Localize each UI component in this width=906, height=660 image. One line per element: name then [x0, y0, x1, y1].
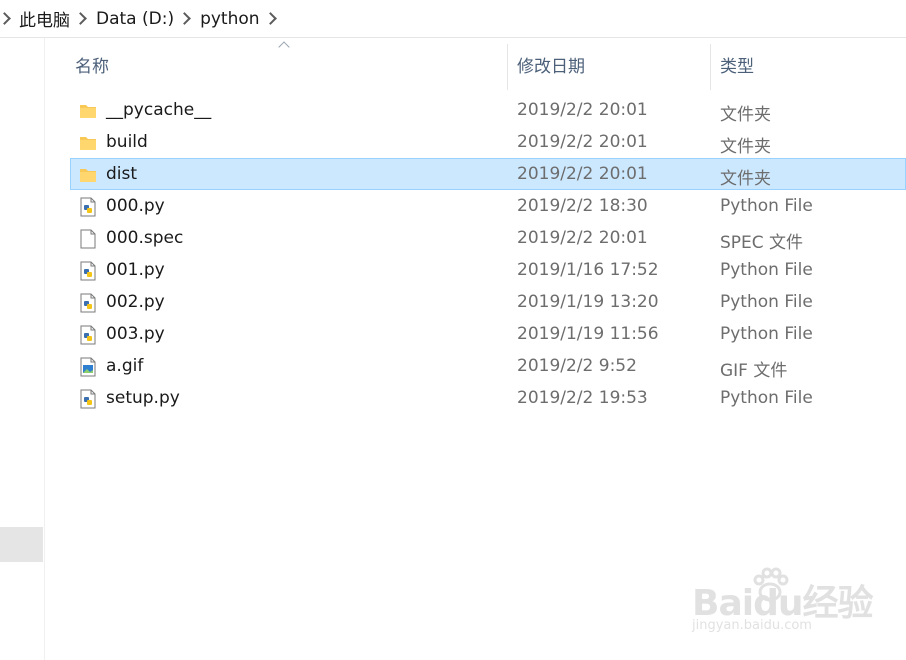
file-type: Python File: [720, 324, 813, 344]
chevron-right-icon[interactable]: [178, 12, 191, 25]
file-row[interactable]: 003.py 2019/1/19 11:56 Python File: [70, 318, 906, 350]
file-type: Python File: [720, 292, 813, 312]
python-file-icon: [79, 389, 97, 409]
folder-icon: [79, 165, 97, 185]
folder-icon: [79, 133, 97, 153]
chevron-right-icon[interactable]: [0, 12, 11, 25]
column-header-bar: 名称 修改日期 类型: [45, 38, 906, 90]
file-row[interactable]: build 2019/2/2 20:01 文件夹: [70, 126, 906, 158]
file-modified-date: 2019/2/2 18:30: [517, 196, 648, 216]
file-name: 000.spec: [106, 228, 184, 248]
file-list: __pycache__ 2019/2/2 20:01 文件夹 build 2019/2/…: [70, 94, 906, 414]
file-row[interactable]: 000.py 2019/2/2 18:30 Python File: [70, 190, 906, 222]
address-bar[interactable]: 此电脑 Data (D:) python: [0, 0, 906, 38]
watermark-url: jingyan.baidu.com: [692, 618, 812, 633]
baidu-paw-logo: [753, 567, 789, 602]
file-type: Python File: [720, 388, 813, 408]
breadcrumb-this-pc[interactable]: 此电脑: [19, 6, 70, 31]
column-header-name[interactable]: 名称: [75, 52, 109, 77]
file-type: SPEC 文件: [720, 233, 804, 253]
file-modified-date: 2019/2/2 19:53: [517, 388, 648, 408]
file-name: 001.py: [106, 260, 165, 280]
file-type: GIF 文件: [720, 361, 788, 381]
file-name: 003.py: [106, 324, 165, 344]
file-modified-date: 2019/2/2 20:01: [517, 228, 648, 248]
file-row[interactable]: dist 2019/2/2 20:01 文件夹: [70, 158, 906, 190]
folder-icon: [79, 101, 97, 121]
column-header-date[interactable]: 修改日期: [517, 52, 585, 77]
python-file-icon: [79, 325, 97, 345]
file-type: 文件夹: [720, 105, 771, 125]
column-divider[interactable]: [710, 44, 711, 90]
file-modified-date: 2019/1/19 11:56: [517, 324, 659, 344]
file-type: 文件夹: [720, 169, 771, 189]
file-type: Python File: [720, 260, 813, 280]
sort-ascending-icon: [278, 41, 290, 53]
file-type: 文件夹: [720, 137, 771, 157]
blank-file-icon: [79, 229, 97, 249]
nav-scrollbar-thumb[interactable]: [0, 527, 43, 562]
file-name: __pycache__: [106, 100, 212, 120]
file-type: Python File: [720, 196, 813, 216]
watermark-logo-text: Baidu经验: [692, 583, 873, 624]
file-modified-date: 2019/1/19 13:20: [517, 292, 659, 312]
python-file-icon: [79, 261, 97, 281]
breadcrumb-data-drive[interactable]: Data (D:): [96, 9, 174, 29]
file-modified-date: 2019/2/2 20:01: [517, 100, 648, 120]
file-row[interactable]: 002.py 2019/1/19 13:20 Python File: [70, 286, 906, 318]
python-file-icon: [79, 293, 97, 313]
file-row[interactable]: 000.spec 2019/2/2 20:01 SPEC 文件: [70, 222, 906, 254]
file-row[interactable]: __pycache__ 2019/2/2 20:01 文件夹: [70, 94, 906, 126]
file-row[interactable]: setup.py 2019/2/2 19:53 Python File: [70, 382, 906, 414]
column-divider[interactable]: [507, 44, 508, 90]
chevron-right-icon[interactable]: [263, 12, 277, 25]
navigation-pane: [0, 38, 45, 660]
image-file-icon: [79, 357, 97, 377]
file-name: a.gif: [106, 356, 144, 376]
file-modified-date: 2019/2/2 9:52: [517, 356, 637, 376]
file-name: 002.py: [106, 292, 165, 312]
file-modified-date: 2019/2/2 20:01: [517, 132, 648, 152]
file-name: 000.py: [106, 196, 165, 216]
file-modified-date: 2019/1/16 17:52: [517, 260, 659, 280]
file-name: setup.py: [106, 388, 180, 408]
file-row[interactable]: 001.py 2019/1/16 17:52 Python File: [70, 254, 906, 286]
chevron-right-icon[interactable]: [74, 12, 87, 25]
breadcrumb-python[interactable]: python: [200, 9, 259, 29]
watermark: Baidu经验 jingyan.baidu.com: [692, 560, 892, 640]
file-modified-date: 2019/2/2 20:01: [517, 164, 648, 184]
file-name: build: [106, 132, 148, 152]
python-file-icon: [79, 197, 97, 217]
column-header-type[interactable]: 类型: [720, 52, 754, 77]
file-name: dist: [106, 164, 138, 184]
file-row[interactable]: a.gif 2019/2/2 9:52 GIF 文件: [70, 350, 906, 382]
